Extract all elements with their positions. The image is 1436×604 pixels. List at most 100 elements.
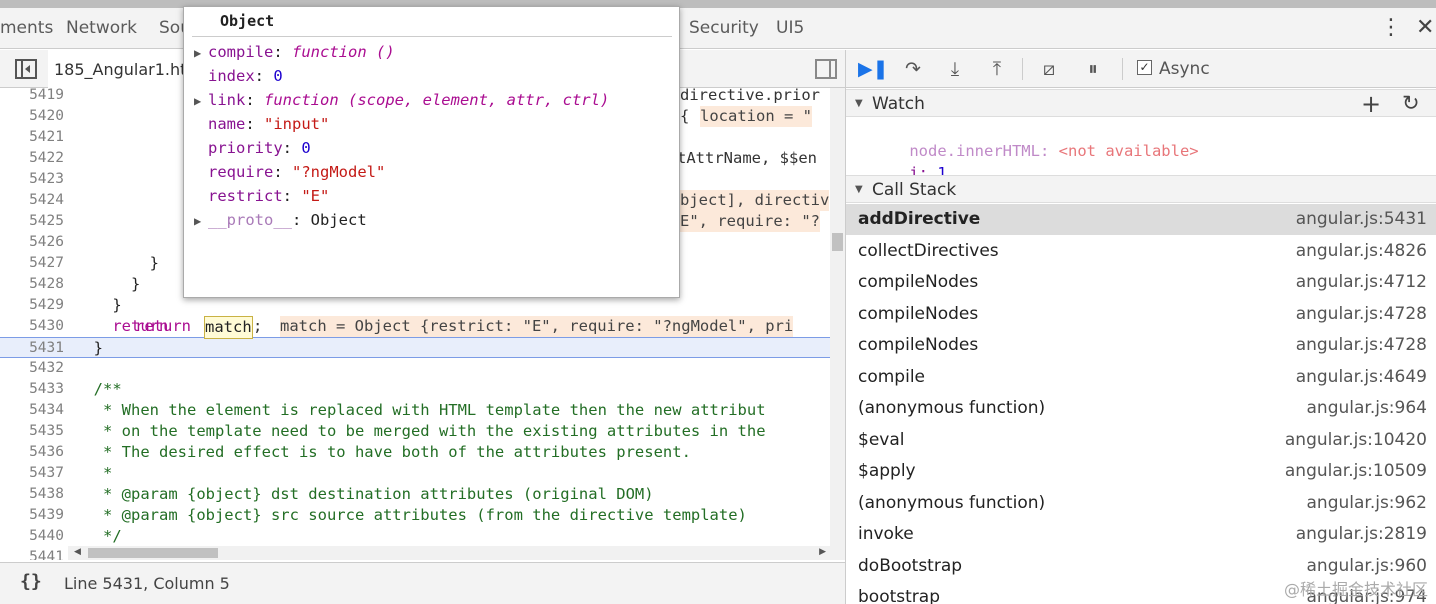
line-number[interactable]: 5427 — [8, 253, 64, 274]
scrollbar-thumb[interactable] — [832, 233, 843, 251]
callstack-title: Call Stack — [872, 180, 957, 200]
scroll-left-icon[interactable]: ◀ — [74, 547, 81, 557]
code-line: 5433 /** — [0, 379, 830, 400]
object-property[interactable]: restrict: "E" — [194, 184, 329, 208]
code-fragment: { — [680, 107, 690, 125]
line-number[interactable]: 5434 — [8, 400, 64, 421]
line-number[interactable]: 5441 — [8, 547, 64, 560]
frame-function-name: doBootstrap — [858, 555, 963, 576]
line-number[interactable]: 5433 — [8, 379, 64, 400]
line-number[interactable]: 5424 — [8, 190, 64, 211]
call-frame[interactable]: (anonymous function) angular.js:962 — [846, 488, 1436, 519]
editor-vertical-scrollbar[interactable] — [830, 88, 845, 560]
line-number[interactable]: 5426 — [8, 232, 64, 253]
property-key: restrict — [208, 187, 283, 205]
close-icon[interactable]: ✕ — [1416, 14, 1436, 42]
pretty-print-button[interactable]: {} — [20, 571, 42, 592]
frame-location-link[interactable]: angular.js:2819 — [1296, 524, 1427, 544]
frame-location-link[interactable]: angular.js:962 — [1307, 493, 1428, 513]
property-colon: : — [292, 211, 311, 229]
debugger-toolbar: ▶❚ ↷ ⤓ ⤒ ⧄ ⏸ ✓ Async — [846, 50, 1436, 88]
line-number[interactable]: 5420 — [8, 106, 64, 127]
call-frame[interactable]: addDirective angular.js:5431 — [846, 204, 1436, 235]
tab-network[interactable]: Network — [66, 18, 137, 38]
line-number[interactable]: 5439 — [8, 505, 64, 526]
property-value: function () — [292, 43, 395, 61]
property-colon: : — [282, 187, 302, 205]
object-property[interactable]: ▶ __proto__: Object — [194, 208, 367, 232]
tab-elements[interactable]: ments — [0, 18, 53, 38]
scroll-right-icon[interactable]: ▶ — [819, 547, 826, 557]
frame-location-link[interactable]: angular.js:964 — [1307, 398, 1428, 418]
callstack-section-header[interactable]: ▼ Call Stack — [846, 175, 1436, 203]
call-frame[interactable]: collectDirectives angular.js:4826 — [846, 236, 1436, 267]
expand-triangle-icon[interactable]: ▶ — [194, 89, 208, 113]
return-keyword: return — [135, 317, 191, 335]
call-frame[interactable]: compileNodes angular.js:4728 — [846, 299, 1436, 330]
line-number[interactable]: 5432 — [8, 358, 64, 379]
line-number[interactable]: 5437 — [8, 463, 64, 484]
toggle-navigator-icon[interactable] — [15, 59, 37, 79]
code-text: * @param {object} src source attributes … — [75, 506, 747, 524]
line-number[interactable]: 5423 — [8, 169, 64, 190]
add-expression-icon[interactable]: + — [1361, 90, 1381, 118]
call-frame[interactable]: compileNodes angular.js:4712 — [846, 267, 1436, 298]
call-frame[interactable]: compileNodes angular.js:4728 — [846, 330, 1436, 361]
pause-on-exceptions-icon[interactable]: ⏸ — [1080, 57, 1106, 81]
line-number[interactable]: 5436 — [8, 442, 64, 463]
expand-triangle-icon[interactable]: ▶ — [194, 209, 208, 233]
line-number[interactable]: 5429 — [8, 295, 64, 316]
line-number[interactable]: 5430 — [8, 316, 64, 337]
frame-location-link[interactable]: angular.js:4826 — [1296, 241, 1427, 261]
call-frame[interactable]: compile angular.js:4649 — [846, 362, 1436, 393]
line-number[interactable]: 5425 — [8, 211, 64, 232]
expand-triangle-icon[interactable]: ▶ — [194, 41, 208, 65]
call-frame[interactable]: $eval angular.js:10420 — [846, 425, 1436, 456]
object-property[interactable]: require: "?ngModel" — [194, 160, 385, 184]
frame-location-link[interactable]: angular.js:960 — [1307, 556, 1428, 576]
toggle-debugger-icon[interactable] — [815, 59, 837, 79]
scrollbar-thumb[interactable] — [88, 548, 218, 558]
object-property[interactable]: ▶ link: function (scope, element, attr, c… — [194, 88, 609, 112]
frame-location-link[interactable]: angular.js:5431 — [1296, 209, 1427, 229]
code-text: } — [75, 296, 122, 314]
object-property[interactable]: priority: 0 — [194, 136, 311, 160]
line-number[interactable]: 5431 — [8, 338, 64, 359]
frame-location-link[interactable]: angular.js:4728 — [1296, 304, 1427, 324]
step-out-icon[interactable]: ⤒ — [984, 57, 1010, 81]
watch-section-header[interactable]: ▼ Watch + ↻ — [846, 89, 1436, 118]
editor-horizontal-scrollbar[interactable]: ◀ ▶ — [68, 546, 830, 560]
line-number[interactable]: 5419 — [8, 88, 64, 106]
line-number[interactable]: 5421 — [8, 127, 64, 148]
more-options-icon[interactable]: ⋮ — [1380, 14, 1402, 42]
call-frame[interactable]: invoke angular.js:2819 — [846, 519, 1436, 550]
frame-location-link[interactable]: angular.js:4649 — [1296, 367, 1427, 387]
call-frame[interactable]: (anonymous function) angular.js:964 — [846, 393, 1436, 424]
property-key: compile — [208, 43, 274, 61]
tab-security[interactable]: Security — [689, 18, 759, 38]
file-tab[interactable]: 185_Angular1.ht — [48, 50, 188, 88]
property-key: link — [208, 91, 246, 109]
code-line: 5437 * — [0, 463, 830, 484]
step-over-icon[interactable]: ↷ — [900, 57, 926, 81]
frame-location-link[interactable]: angular.js:4728 — [1296, 335, 1427, 355]
line-number[interactable]: 5422 — [8, 148, 64, 169]
line-number[interactable]: 5435 — [8, 421, 64, 442]
object-property[interactable]: ▶ compile: function () — [194, 40, 395, 64]
resume-icon[interactable]: ▶❚ — [858, 57, 889, 81]
refresh-icon[interactable]: ↻ — [1402, 91, 1420, 115]
object-property[interactable]: index: 0 — [194, 64, 283, 88]
async-checkbox[interactable]: ✓ — [1137, 60, 1152, 75]
frame-location-link[interactable]: angular.js:10509 — [1285, 461, 1427, 481]
frame-location-link[interactable]: angular.js:10420 — [1285, 430, 1427, 450]
deactivate-breakpoints-icon[interactable]: ⧄ — [1036, 57, 1062, 81]
line-number[interactable]: 5440 — [8, 526, 64, 547]
line-number[interactable]: 5438 — [8, 484, 64, 505]
call-frame[interactable]: $apply angular.js:10509 — [846, 456, 1436, 487]
tab-ui5[interactable]: UI5 — [776, 18, 804, 38]
object-property[interactable]: name: "input" — [194, 112, 329, 136]
line-number[interactable]: 5428 — [8, 274, 64, 295]
property-colon: : — [273, 43, 292, 61]
frame-location-link[interactable]: angular.js:4712 — [1296, 272, 1427, 292]
step-into-icon[interactable]: ⤓ — [942, 57, 968, 81]
